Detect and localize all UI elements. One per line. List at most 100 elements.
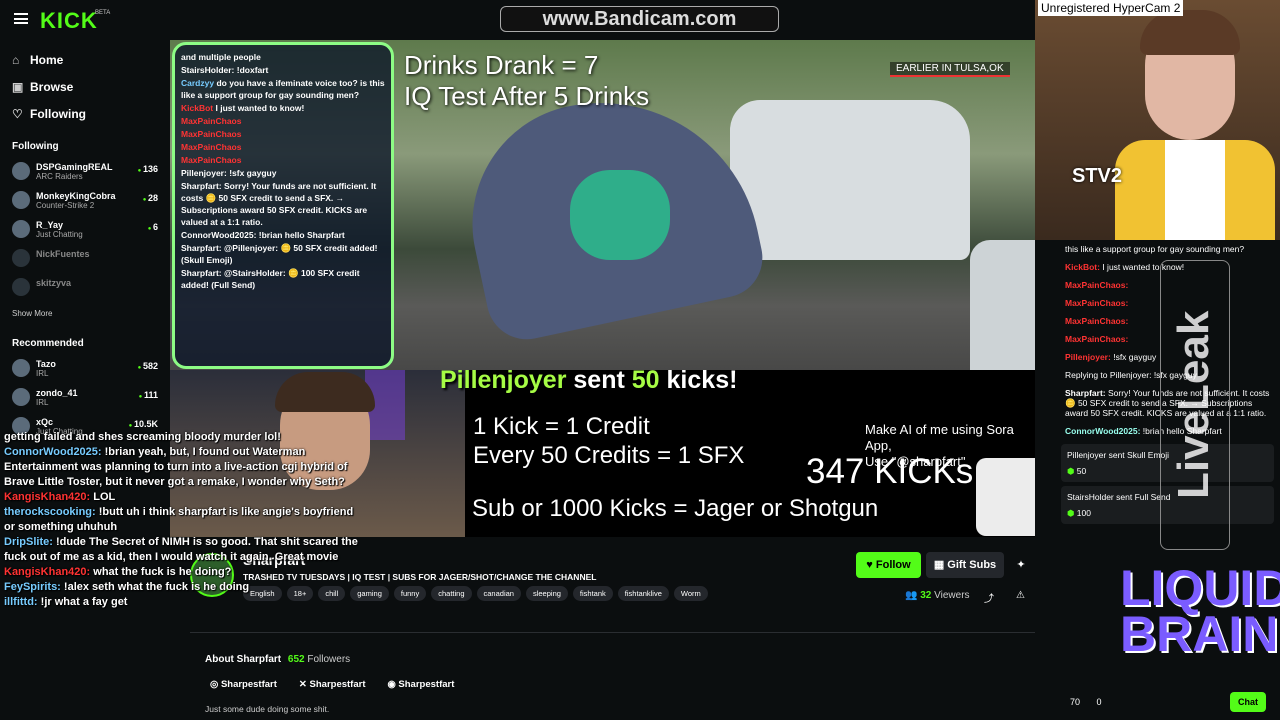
chat-text: !brian hello Sharpfart bbox=[258, 230, 345, 240]
beta-label: BETA bbox=[95, 10, 111, 16]
zero-count: 0 bbox=[1096, 697, 1102, 707]
chat-username: StairsHolder: bbox=[181, 65, 235, 75]
avatar bbox=[12, 191, 30, 209]
chat-username: MaxPainChaos bbox=[181, 142, 242, 152]
instagram-link[interactable]: ◎ Sharpestfart bbox=[210, 679, 277, 690]
nav-browse[interactable]: ▣ Browse bbox=[0, 73, 170, 100]
show-more-link[interactable]: Show More bbox=[0, 303, 170, 324]
tag-chip[interactable]: canadian bbox=[476, 586, 521, 601]
sidebar-channel[interactable]: TazoIRL582 bbox=[0, 355, 170, 384]
floating-chat-message: illfittd: !jr what a fay get bbox=[4, 595, 364, 610]
heart-icon: ♡ bbox=[12, 106, 23, 121]
kick-logo[interactable]: KICK bbox=[40, 8, 98, 34]
x-link[interactable]: ✕ Sharpestfart bbox=[299, 679, 366, 690]
gift-subs-button[interactable]: ▦ Gift Subs bbox=[926, 552, 1004, 578]
chat-message: Cardzyy do you have a ifeminate voice to… bbox=[181, 77, 385, 101]
divider bbox=[190, 632, 1035, 633]
share-icon[interactable]: ⤴ bbox=[984, 590, 994, 605]
chat-username: MaxPainChaos: bbox=[1065, 280, 1129, 290]
avatar bbox=[12, 278, 30, 296]
chat-text: !jr what a fay get bbox=[40, 596, 128, 608]
drinks-text: Drinks Drank = 7 bbox=[404, 50, 599, 80]
floating-chat-message: ConnorWood2025: !brian yeah, but, I foun… bbox=[4, 445, 364, 490]
sidebar-channel[interactable]: R_YayJust Chatting6 bbox=[0, 216, 170, 245]
following-heading: Following bbox=[12, 141, 59, 152]
discord-link[interactable]: ◉ Sharpestfart bbox=[387, 679, 454, 690]
chat-send-button[interactable]: Chat bbox=[1230, 692, 1266, 712]
iq-text: IQ Test After 5 Drinks bbox=[404, 81, 650, 111]
tag-chip[interactable]: funny bbox=[393, 586, 427, 601]
chat-username: MaxPainChaos bbox=[181, 155, 242, 165]
avatar bbox=[12, 162, 30, 180]
tag-chip[interactable]: chatting bbox=[431, 586, 472, 601]
follow-button[interactable]: ♥ Follow bbox=[856, 552, 921, 578]
tag-chip[interactable]: fishtank bbox=[572, 586, 613, 601]
sidebar: ⌂ Home ▣ Browse ♡ Following Following DSPGami… bbox=[0, 40, 170, 720]
alert-user: Pillenjoyer bbox=[440, 366, 567, 394]
kicks-total: 347 KICKs bbox=[806, 452, 974, 491]
discord-label: Sharpestfart bbox=[398, 679, 455, 690]
about-title: About Sharpfart bbox=[205, 654, 282, 665]
nav-label: Following bbox=[30, 106, 86, 121]
channel-name: skitzyva bbox=[36, 278, 72, 288]
chat-text: !sfx gayguy bbox=[1113, 352, 1157, 362]
nav-home[interactable]: ⌂ Home bbox=[0, 46, 170, 73]
chat-message: MaxPainChaos bbox=[181, 115, 385, 127]
more-options-icon[interactable]: ✦ bbox=[1008, 552, 1034, 578]
chat-username: therockscooking: bbox=[4, 506, 96, 518]
tag-chip[interactable]: Worm bbox=[673, 586, 708, 601]
chat-text: !sfx gayguy bbox=[229, 168, 277, 178]
menu-icon[interactable] bbox=[14, 13, 28, 24]
sidebar-channel[interactable]: skitzyva bbox=[0, 274, 170, 303]
chat-username: ConnorWood2025: bbox=[4, 446, 102, 458]
chat-message: and multiple people bbox=[181, 51, 385, 63]
ai-line-1: Make AI of me using Sora App, bbox=[865, 422, 1014, 453]
alert-num: 50 bbox=[631, 366, 660, 394]
chat-username: illfittd: bbox=[4, 596, 38, 608]
credit-info: 1 Kick = 1 Credit Every 50 Credits = 1 S… bbox=[473, 412, 744, 470]
viewer-count: 28 bbox=[143, 193, 158, 203]
overlay-chat-box: and multiple people StairsHolder: !doxfar… bbox=[172, 42, 394, 369]
chat-username: Cardzyy bbox=[181, 78, 215, 88]
sub-info: Sub or 1000 Kicks = Jager or Shotgun bbox=[472, 495, 879, 522]
chat-username: KangisKhan420: bbox=[4, 491, 91, 503]
nav-label: Browse bbox=[30, 79, 74, 94]
report-icon[interactable]: ⚠ bbox=[1016, 590, 1025, 601]
floating-chat-overlay: getting failed and shes screaming bloody… bbox=[4, 430, 364, 610]
streamer-bio: Just some dude doing some shit. bbox=[205, 704, 330, 714]
chat-username: MaxPainChaos bbox=[181, 129, 242, 139]
sidebar-channel[interactable]: DSPGamingREALARC Raiders136 bbox=[0, 158, 170, 187]
avatar bbox=[12, 388, 30, 406]
sidebar-channel[interactable]: NickFuentes bbox=[0, 245, 170, 274]
chat-message: ConnorWood2025: !brian hello Sharpfart bbox=[181, 229, 385, 241]
instagram-label: Sharpestfart bbox=[220, 679, 277, 690]
chat-username: Pillenjoyer: bbox=[181, 168, 227, 178]
sidebar-channel[interactable]: zondo_41IRL111 bbox=[0, 384, 170, 413]
floating-chat-message: DripSlite: !dude The Secret of NIMH is s… bbox=[4, 535, 364, 565]
chat-text: getting failed and shes screaming bloody… bbox=[4, 431, 281, 443]
followers-number: 652 bbox=[287, 654, 305, 665]
chat-username: FeySpirits: bbox=[4, 581, 61, 593]
chat-footer: 70 0 bbox=[1070, 697, 1116, 707]
chat-username: Sharpfart: bbox=[1065, 388, 1106, 398]
nav-following[interactable]: ♡ Following bbox=[0, 100, 170, 127]
chat-text: this like a support group for gay soundi… bbox=[1065, 244, 1245, 254]
sidebar-channel[interactable]: MonkeyKingCobraCounter-Strike 228 bbox=[0, 187, 170, 216]
chat-text: and multiple people bbox=[181, 52, 261, 62]
chat-username: Sharpfart: bbox=[181, 268, 222, 278]
stv-logo: STV2 bbox=[1072, 165, 1123, 187]
chat-message: MaxPainChaos bbox=[181, 141, 385, 153]
floating-chat-message: getting failed and shes screaming bloody… bbox=[4, 430, 364, 445]
chat-username: KangisKhan420: bbox=[4, 566, 91, 578]
chat-text: !doxfart bbox=[236, 65, 269, 75]
gift-user: Pillenjoyer bbox=[1067, 450, 1107, 460]
chat-username: KickBot bbox=[181, 103, 214, 113]
chat-username: KickBot: bbox=[1065, 262, 1100, 272]
chat-text: I just wanted to know! bbox=[215, 103, 305, 113]
follow-label: Follow bbox=[875, 559, 911, 571]
chat-message: StairsHolder: !doxfart bbox=[181, 64, 385, 76]
tag-chip[interactable]: fishtanklive bbox=[617, 586, 669, 601]
tag-chip[interactable]: sleeping bbox=[525, 586, 568, 601]
viewer-count: 6 bbox=[148, 222, 158, 232]
alert-mid: sent bbox=[573, 366, 625, 394]
